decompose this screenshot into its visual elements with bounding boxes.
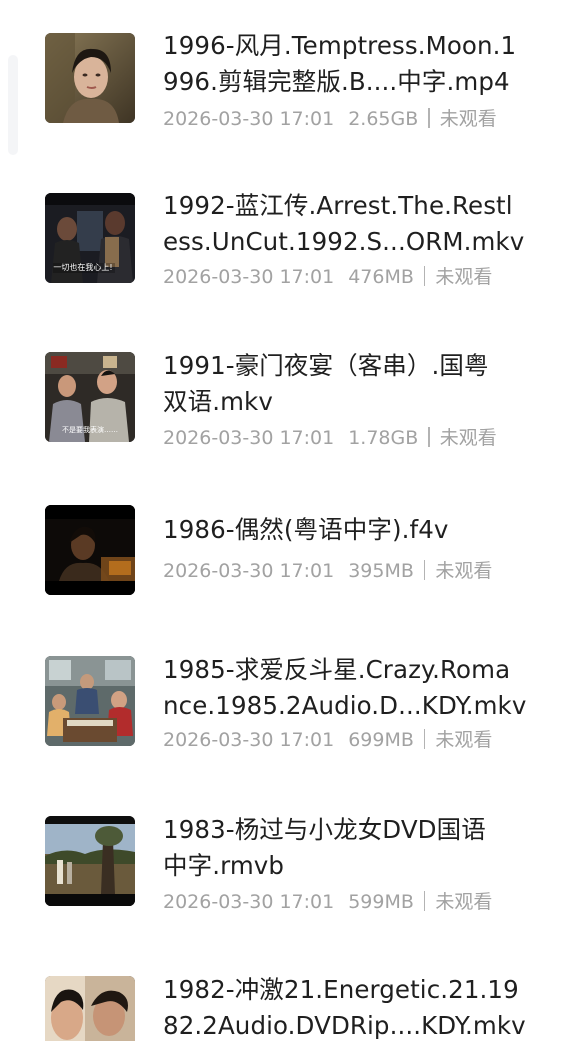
list-item[interactable]: 1986-偶然(粤语中字).f4v 2026-03-30 17:01 395MB 未…	[0, 480, 565, 610]
file-meta: 2026-03-30 17:01 476MB 未观看	[163, 264, 492, 290]
file-size: 2.65GB	[348, 108, 419, 130]
file-name[interactable]: 1996-风月.Temptress.Moon.1 996.剪辑完整版.B....…	[163, 28, 555, 100]
video-thumbnail-icon[interactable]: 不是要我表演……	[45, 352, 135, 442]
file-name-line: 双语.mkv	[163, 387, 273, 416]
file-meta: 2026-03-30 17:01 2.65GB 未观看	[163, 106, 497, 132]
file-name-line: 1996-风月.Temptress.Moon.1	[163, 31, 517, 60]
list-item[interactable]: 1996-风月.Temptress.Moon.1 996.剪辑完整版.B....…	[0, 0, 565, 130]
file-name[interactable]: 1991-豪门夜宴（客串）.国粤 双语.mkv	[163, 348, 555, 420]
video-thumbnail-icon[interactable]	[45, 976, 135, 1041]
file-name[interactable]: 1983-杨过与小龙女DVD国语 中字.rmvb	[163, 812, 555, 884]
list-item[interactable]: 1982-冲激21.Energetic.21.19 82.2Audio.DVDR…	[0, 960, 565, 1041]
file-date: 2026-03-30 17:01	[163, 108, 335, 130]
file-date: 2026-03-30 17:01	[163, 891, 335, 913]
divider	[423, 560, 426, 580]
thumb-caption: 不是要我表演……	[62, 425, 118, 434]
watch-status: 未观看	[435, 560, 493, 582]
divider	[428, 427, 430, 447]
file-name[interactable]: 1985-求爱反斗星.Crazy.Roma nce.1985.2Audio.D.…	[163, 652, 555, 724]
video-thumbnail-icon[interactable]	[45, 816, 135, 906]
watch-status: 未观看	[435, 729, 493, 751]
file-size: 395MB	[348, 560, 414, 582]
divider	[423, 266, 426, 286]
video-thumbnail-icon[interactable]	[45, 33, 135, 123]
thumb-caption: 一切也在我心上!	[53, 262, 112, 272]
watch-status: 未观看	[435, 266, 493, 288]
file-name[interactable]: 1986-偶然(粤语中字).f4v	[163, 512, 555, 548]
file-size: 1.78GB	[348, 427, 419, 449]
video-thumbnail-icon[interactable]	[45, 656, 135, 746]
file-size: 699MB	[348, 729, 414, 751]
file-date: 2026-03-30 17:01	[163, 729, 335, 751]
list-item[interactable]: 一切也在我心上! 1992-蓝江传.Arrest.The.Restl ess.U…	[0, 160, 565, 290]
watch-status: 未观看	[439, 108, 497, 130]
file-name-line: nce.1985.2Audio.D...KDY.mkv	[163, 691, 527, 720]
watch-status: 未观看	[435, 891, 493, 913]
file-name-line: 82.2Audio.DVDRip....KDY.mkv	[163, 1011, 526, 1040]
video-thumbnail-icon[interactable]	[45, 505, 135, 595]
file-name-line: 1991-豪门夜宴（客串）.国粤	[163, 351, 489, 380]
list-item[interactable]: 1985-求爱反斗星.Crazy.Roma nce.1985.2Audio.D.…	[0, 640, 565, 770]
file-date: 2026-03-30 17:01	[163, 266, 335, 288]
file-meta: 2026-03-30 17:01 599MB 未观看	[163, 889, 492, 915]
file-name[interactable]: 1982-冲激21.Energetic.21.19 82.2Audio.DVDR…	[163, 972, 555, 1041]
file-meta: 2026-03-30 17:01 395MB 未观看	[163, 558, 492, 584]
file-name-line: ess.UnCut.1992.S...ORM.mkv	[163, 227, 525, 256]
file-size: 476MB	[348, 266, 414, 288]
video-thumbnail-icon[interactable]: 一切也在我心上!	[45, 193, 135, 283]
file-name-line: 1983-杨过与小龙女DVD国语	[163, 815, 486, 844]
list-item[interactable]: 1983-杨过与小龙女DVD国语 中字.rmvb 2026-03-30 17:0…	[0, 800, 565, 930]
file-name[interactable]: 1992-蓝江传.Arrest.The.Restl ess.UnCut.1992…	[163, 188, 555, 260]
file-date: 2026-03-30 17:01	[163, 560, 335, 582]
file-name-line: 1986-偶然(粤语中字).f4v	[163, 515, 449, 544]
file-meta: 2026-03-30 17:01 1.78GB 未观看	[163, 425, 497, 451]
file-date: 2026-03-30 17:01	[163, 427, 335, 449]
list-item[interactable]: 不是要我表演…… 1991-豪门夜宴（客串）.国粤 双语.mkv 2026-03…	[0, 320, 565, 450]
watch-status: 未观看	[439, 427, 497, 449]
file-name-line: 1992-蓝江传.Arrest.The.Restl	[163, 191, 513, 220]
divider	[423, 891, 426, 911]
divider	[428, 108, 430, 128]
file-name-line: 1982-冲激21.Energetic.21.19	[163, 975, 519, 1004]
file-size: 599MB	[348, 891, 414, 913]
divider	[423, 729, 426, 749]
file-name-line: 中字.rmvb	[163, 851, 285, 880]
file-meta: 2026-03-30 17:01 699MB 未观看	[163, 727, 492, 753]
file-name-line: 996.剪辑完整版.B....中字.mp4	[163, 67, 510, 96]
file-name-line: 1985-求爱反斗星.Crazy.Roma	[163, 655, 511, 684]
